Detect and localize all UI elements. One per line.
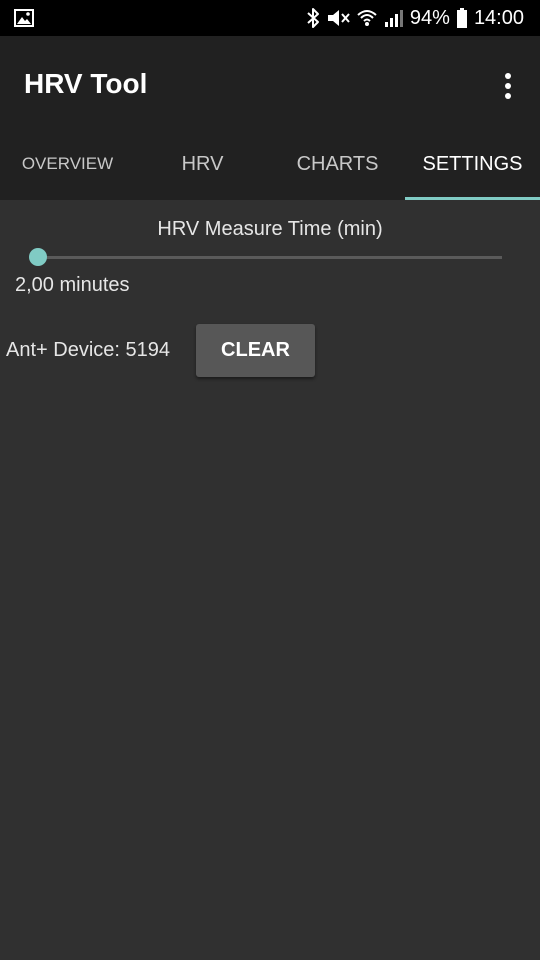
clock: 14:00	[473, 6, 524, 29]
app-title: HRV Tool	[24, 68, 148, 99]
tab-bar: OVERVIEW HRV CHARTS SETTINGS	[0, 128, 540, 200]
tab-label: SETTINGS	[422, 152, 523, 175]
settings-content: HRV Measure Time (min) 2,00 minutes Ant+…	[0, 200, 540, 960]
bluetooth-icon	[306, 7, 320, 29]
slider-thumb[interactable]	[29, 248, 47, 266]
tab-label: HRV	[181, 152, 224, 175]
more-vert-icon	[505, 73, 511, 99]
measure-time-slider[interactable]	[29, 246, 502, 270]
tab-label: OVERVIEW	[21, 154, 114, 173]
vibrate-mute-icon	[326, 7, 350, 29]
tab-label: CHARTS	[296, 152, 379, 175]
overflow-menu-button[interactable]	[494, 66, 522, 106]
measure-time-label: HRV Measure Time (min)	[157, 218, 383, 240]
tab-charts[interactable]: CHARTS	[270, 128, 405, 200]
status-bar: 94% 14:00	[0, 0, 540, 36]
slider-track	[38, 256, 502, 259]
status-icons: 94% 14:00	[306, 0, 524, 36]
gallery-icon	[14, 8, 34, 28]
tab-hrv[interactable]: HRV	[135, 128, 270, 200]
ant-device-label: Ant+ Device: 5194	[6, 339, 170, 361]
wifi-icon	[356, 7, 378, 29]
battery-percent: 94%	[409, 6, 450, 29]
app-bar: HRV Tool OVERVIEW HRV CHARTS SETTINGS	[0, 36, 540, 200]
clear-button[interactable]: CLEAR	[196, 324, 315, 377]
battery-icon	[456, 7, 468, 29]
clear-button-label: CLEAR	[221, 339, 290, 361]
screen: 94% 14:00 HRV Tool OVERVIEW HRV CHARTS S…	[0, 0, 540, 960]
measure-time-value: 2,00 minutes	[15, 274, 130, 296]
tab-settings[interactable]: SETTINGS	[405, 128, 540, 200]
signal-icon	[384, 7, 404, 29]
tab-overview[interactable]: OVERVIEW	[0, 128, 135, 200]
